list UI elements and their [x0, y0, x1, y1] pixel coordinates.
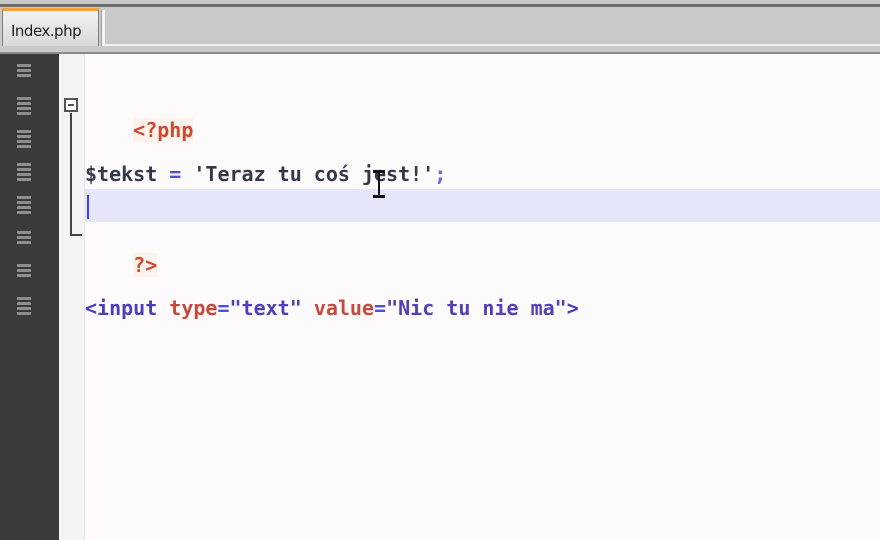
html-tag-close: > — [566, 296, 579, 320]
ibeam-cursor-icon — [373, 170, 385, 198]
php-open-tag: <?php — [133, 118, 194, 142]
tab-separator — [101, 10, 105, 46]
code-editor[interactable]: <?php $tekst = 'Teraz tu coś jest!'; ?> … — [85, 54, 880, 540]
html-attr-value-text: "text" — [229, 296, 302, 320]
gutter-marker-icon[interactable] — [17, 297, 31, 319]
code-line-html-input: <input type="text" value="Nic tu nie ma"… — [85, 296, 579, 320]
code-line-assignment: $tekst = 'Teraz tu coś jest!'; — [85, 162, 446, 186]
tab-bar-underline — [104, 44, 880, 46]
html-eq: = — [374, 296, 387, 320]
php-close-tag: ?> — [133, 253, 158, 277]
code-line-php-close: ?> — [85, 229, 158, 301]
fold-collapse-icon[interactable] — [64, 98, 78, 112]
gutter-marker-icon[interactable] — [17, 130, 31, 152]
tab-index-php[interactable]: Index.php — [2, 8, 99, 46]
html-eq: = — [217, 296, 230, 320]
tab-bar-border — [0, 4, 880, 7]
html-attr-value: value — [313, 296, 375, 320]
gutter-marker-icon[interactable] — [17, 163, 31, 185]
tab-label: Index.php — [11, 22, 82, 40]
tab-bar: Index.php — [0, 0, 880, 54]
left-gutter — [0, 54, 59, 540]
fold-guide-end — [70, 234, 82, 236]
assign-operator: = — [157, 162, 194, 186]
fold-column — [59, 54, 85, 540]
fold-guide-line — [70, 113, 72, 235]
gutter-marker-icon[interactable] — [17, 97, 31, 119]
gutter-marker-icon[interactable] — [17, 64, 31, 86]
code-line-php-open: <?php — [85, 94, 194, 166]
html-attr-value-string: "Nic tu nie ma" — [386, 296, 567, 320]
current-line-highlight — [85, 189, 880, 222]
gutter-marker-icon[interactable] — [17, 196, 31, 218]
variable-tekst: $tekst — [85, 162, 158, 186]
text-caret — [87, 195, 89, 219]
semicolon: ; — [434, 162, 447, 186]
gutter-marker-icon[interactable] — [17, 264, 31, 286]
html-attr-type: type — [169, 296, 218, 320]
gutter-marker-icon[interactable] — [17, 231, 31, 253]
string-literal: 'Teraz tu coś jest!' — [193, 162, 435, 186]
html-tag-open: <input — [85, 296, 158, 320]
